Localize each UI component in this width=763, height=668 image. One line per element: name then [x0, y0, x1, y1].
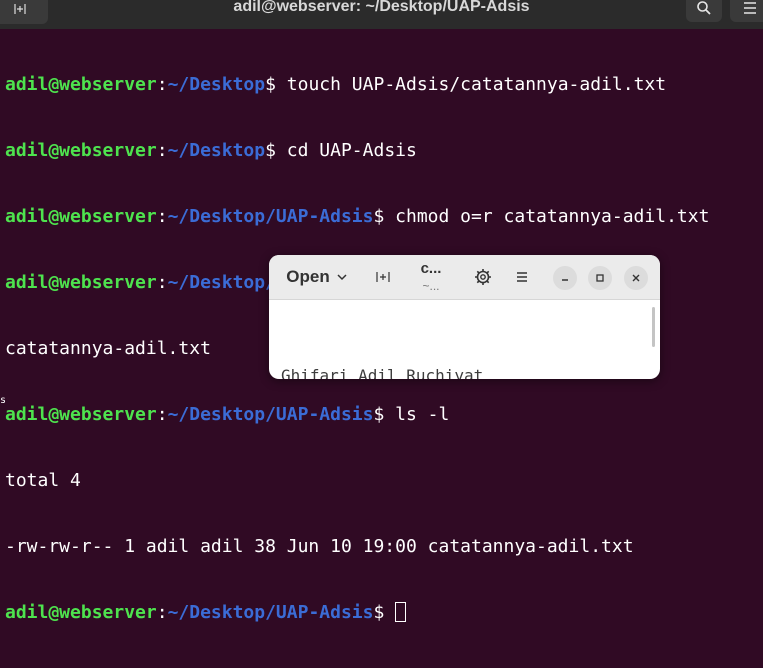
document-path: ~... — [422, 279, 440, 293]
prompt-dollar: $ — [373, 206, 385, 227]
terminal-output-line: total 4 — [5, 470, 81, 491]
terminal-cursor — [395, 602, 407, 622]
terminal-output-line: -rw-rw-r-- 1 adil adil 38 Jun 10 19:00 c… — [5, 536, 634, 557]
document-title-area: c... ~... — [409, 259, 453, 297]
editor-text-area[interactable]: Ghifari Adil Ruchiyat 215150701111003 — [281, 316, 483, 379]
minimize-button[interactable] — [553, 266, 577, 290]
document-title: c... — [420, 260, 442, 277]
prompt-dollar: $ — [265, 74, 276, 95]
close-icon — [632, 274, 640, 282]
terminal-line: adil@webserver:~/Desktop$ cd UAP-Adsis — [5, 140, 763, 162]
prompt-colon: : — [156, 404, 168, 425]
text-editor-window: Open c... ~... Ghifari Adil Ruchiyat — [269, 255, 660, 379]
hamburger-menu-icon — [744, 2, 756, 14]
terminal-line: adil@webserver:~/Desktop$ touch UAP-Adsi… — [5, 74, 763, 96]
new-document-icon — [376, 272, 390, 282]
prompt-dollar: $ — [373, 602, 385, 623]
maximize-button[interactable] — [588, 266, 612, 290]
search-button[interactable] — [686, 0, 722, 22]
open-button[interactable]: Open — [277, 262, 357, 292]
terminal-titlebar: adil@webserver: ~/Desktop/UAP-Adsis — [0, 0, 763, 29]
prompt-path: ~/Desktop/UAP-Adsis — [167, 404, 374, 425]
close-button[interactable] — [624, 266, 648, 290]
prompt-colon: : — [156, 602, 168, 623]
command-text: cd UAP-Adsis — [275, 140, 417, 161]
command-text — [384, 602, 395, 623]
prompt-user: adil@webserver — [5, 272, 157, 293]
prompt-user: adil@webserver — [5, 206, 157, 227]
new-tab-icon — [14, 4, 26, 14]
terminal-bottom-char: s — [0, 395, 7, 406]
prompt-colon: : — [156, 74, 168, 95]
command-text: chmod o=r catatannya-adil.txt — [384, 206, 710, 227]
window-title: adil@webserver: ~/Desktop/UAP-Adsis — [233, 0, 530, 15]
search-icon — [697, 1, 711, 15]
hamburger-menu-icon — [517, 272, 527, 282]
menu-button[interactable] — [730, 0, 763, 22]
prompt-user: adil@webserver — [5, 404, 157, 425]
main-menu-button[interactable] — [508, 264, 536, 290]
chevron-down-icon — [337, 274, 347, 281]
prompt-user: adil@webserver — [5, 602, 157, 623]
maximize-icon — [596, 274, 604, 282]
editor-headerbar: Open c... ~... — [269, 255, 660, 300]
terminal-line: adil@webserver:~/Desktop/UAP-Adsis$ ls -… — [5, 404, 763, 426]
prompt-user: adil@webserver — [5, 140, 157, 161]
editor-scrollbar[interactable] — [652, 307, 655, 347]
prompt-path: ~/Desktop/UAP-Adsis — [167, 206, 374, 227]
editor-line-text: Ghifari Adil Ruchiyat — [281, 366, 484, 379]
prompt-path: ~/Desktop — [167, 74, 266, 95]
terminal-line: adil@webserver:~/Desktop/UAP-Adsis$ chmo… — [5, 206, 763, 228]
open-button-label: Open — [286, 267, 330, 286]
minimize-icon — [562, 279, 568, 281]
prompt-path: ~/Desktop — [167, 140, 266, 161]
preferences-button[interactable] — [469, 264, 497, 290]
prompt-path: ~/Desktop/UAP-Adsis — [167, 602, 374, 623]
prompt-dollar: $ — [373, 404, 385, 425]
command-text: ls -l — [384, 404, 450, 425]
new-document-button[interactable] — [369, 264, 397, 290]
prompt-colon: : — [156, 206, 168, 227]
prompt-user: adil@webserver — [5, 74, 157, 95]
command-text: touch UAP-Adsis/catatannya-adil.txt — [275, 74, 667, 95]
prompt-colon: : — [156, 140, 168, 161]
new-tab-button[interactable] — [0, 0, 48, 24]
terminal-line: adil@webserver:~/Desktop/UAP-Adsis$ — [5, 602, 763, 624]
prompt-colon: : — [156, 272, 168, 293]
editor-line: Ghifari Adil Ruchiyat — [281, 364, 483, 379]
prompt-dollar: $ — [265, 140, 276, 161]
gear-icon — [475, 269, 491, 285]
